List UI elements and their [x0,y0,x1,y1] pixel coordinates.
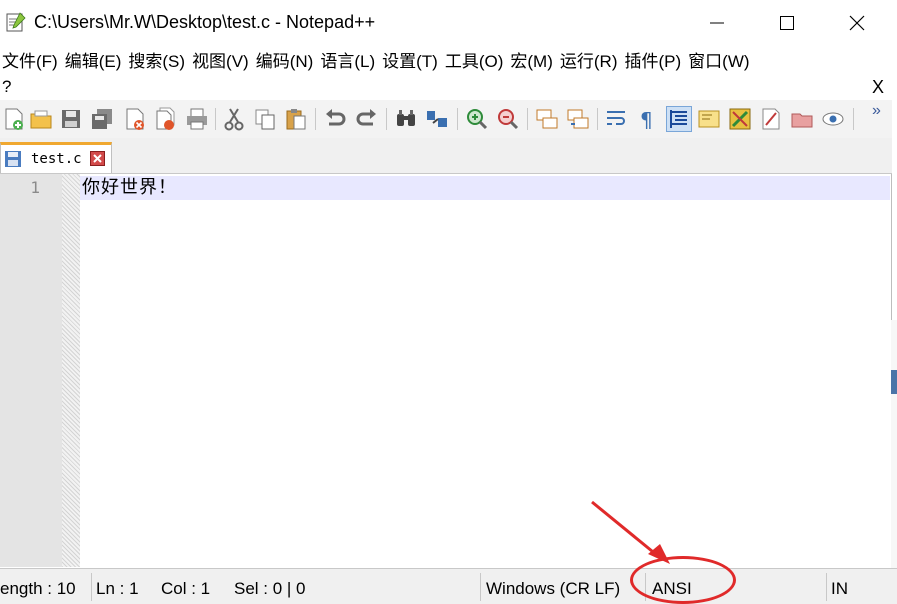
menu-help[interactable]: ? [2,77,11,97]
tab-bar: test.c [0,138,892,174]
fold-margin[interactable] [62,174,80,567]
document-map-icon[interactable] [697,107,721,131]
menu-encoding[interactable]: 编码(N) [254,50,319,74]
toolbar-overflow-chevron-icon[interactable]: » [872,102,881,120]
folder-icon[interactable] [790,107,814,131]
print-icon[interactable] [185,107,209,131]
line-number: 1 [30,178,40,197]
open-file-icon[interactable] [29,107,53,131]
editor-area[interactable]: 1 你好世界！ [0,174,892,567]
notepad-plus-plus-icon [6,12,26,32]
desktop-background [891,320,897,570]
menu-window[interactable]: 窗口(W) [686,50,754,74]
toolbar-separator [315,108,316,130]
toolbar: ¶ » [0,100,892,139]
zoom-in-icon[interactable] [465,107,489,131]
find-icon[interactable] [394,107,418,131]
indent-guide-icon[interactable] [666,106,692,132]
status-line: Ln : 1 [96,579,139,598]
menu-view[interactable]: 视图(V) [190,50,254,74]
toolbar-separator [457,108,458,130]
new-file-icon[interactable] [2,107,26,131]
status-bar: ength : 10 Ln : 1 Col : 1 Sel : 0 | 0 Wi… [0,568,897,604]
code-line[interactable]: 你好世界！ [82,176,177,200]
status-divider [91,573,92,601]
maximize-button[interactable] [764,0,810,46]
close-document-button[interactable]: X [872,77,884,97]
line-number-gutter: 1 [0,174,62,567]
function-list-icon[interactable] [728,107,752,131]
close-button[interactable] [834,0,880,46]
paste-icon[interactable] [284,107,308,131]
status-column: Col : 1 [161,579,211,598]
cut-icon[interactable] [222,107,246,131]
status-eol[interactable]: Windows (CR LF) [486,579,620,599]
replace-icon[interactable] [425,107,449,131]
close-icon [849,15,865,31]
toolbar-separator [215,108,216,130]
redo-icon[interactable] [355,107,379,131]
copy-icon[interactable] [253,107,277,131]
save-icon[interactable] [59,107,83,131]
tab-close-icon[interactable] [90,151,105,166]
annotation-ellipse [630,556,736,604]
minimize-icon [710,22,724,24]
folder-as-workspace-icon[interactable] [759,107,783,131]
desktop-background [891,370,897,394]
status-length: ength : 10 [0,579,76,598]
toolbar-separator [853,108,854,130]
menu-search[interactable]: 搜索(S) [126,50,190,74]
menu-plugins[interactable]: 插件(P) [622,50,686,74]
minimize-button[interactable] [694,0,740,46]
monitoring-icon[interactable] [821,107,845,131]
window-title: C:\Users\Mr.W\Desktop\test.c - Notepad++ [34,12,376,32]
menu-bar: 文件(F) 编辑(E) 搜索(S) 视图(V) 编码(N) 语言(L) 设置(T… [0,46,897,100]
undo-icon[interactable] [323,107,347,131]
zoom-out-icon[interactable] [496,107,520,131]
svg-text:¶: ¶ [640,108,653,131]
menu-settings[interactable]: 设置(T) [380,50,443,74]
status-divider [826,573,827,601]
current-line-highlight [80,176,890,200]
menu-tools[interactable]: 工具(O) [443,50,509,74]
title-bar: C:\Users\Mr.W\Desktop\test.c - Notepad++ [0,0,897,46]
toolbar-separator [386,108,387,130]
show-all-chars-icon[interactable]: ¶ [635,107,659,131]
menu-macro[interactable]: 宏(M) [508,50,557,74]
menu-language[interactable]: 语言(L) [318,50,380,74]
tab-label: test.c [31,151,82,167]
menu-run[interactable]: 运行(R) [558,50,623,74]
status-selection: Sel : 0 | 0 [234,579,306,598]
save-icon [5,151,21,167]
sync-vertical-icon[interactable] [535,107,559,131]
save-all-icon[interactable] [90,107,114,131]
menu-row: 文件(F) 编辑(E) 搜索(S) 视图(V) 编码(N) 语言(L) 设置(T… [0,50,755,74]
toolbar-separator [597,108,598,130]
word-wrap-icon[interactable] [604,107,628,131]
tab-test-c[interactable]: test.c [0,142,112,173]
sync-horizontal-icon[interactable] [566,107,590,131]
close-file-icon[interactable] [123,107,147,131]
status-divider [480,573,481,601]
toolbar-separator [527,108,528,130]
menu-file[interactable]: 文件(F) [0,50,63,74]
close-all-icon[interactable] [154,107,178,131]
maximize-icon [780,16,794,30]
status-insert-mode: IN [831,579,848,598]
menu-edit[interactable]: 编辑(E) [63,50,127,74]
